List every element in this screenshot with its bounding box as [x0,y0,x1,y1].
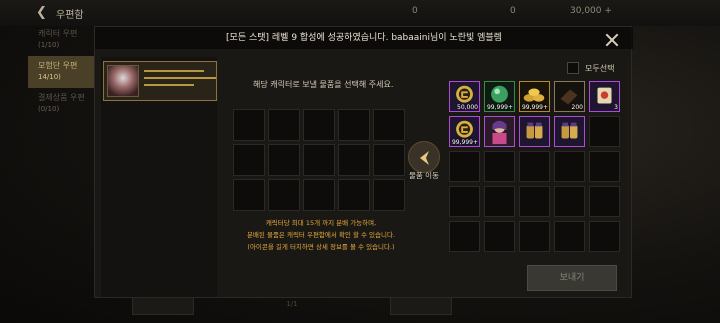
mail-tabs: 캐릭터 우편 (1/10) 모험단 우편 14/10) 결제상품 우편 (0/1… [28,24,98,120]
character-card-icon [485,117,514,146]
empty-slot[interactable] [338,144,370,176]
empty-slot[interactable] [554,221,585,252]
empty-slot[interactable] [233,109,265,141]
potion-icon [555,117,584,146]
tab-count: (1/10) [38,41,60,49]
character-card-item[interactable] [484,116,515,147]
empty-slot[interactable] [338,109,370,141]
character-card[interactable] [103,61,217,101]
notification-text: [모든 스탯] 레벨 9 합성에 성공하였습니다. [226,33,389,43]
item-quantity: 99,999+ [521,104,548,111]
empty-slot[interactable] [554,186,585,217]
tab-character-mail[interactable]: 캐릭터 우편 (1/10) [28,24,98,56]
empty-slot[interactable] [484,221,515,252]
note-line: 분배된 물품은 캐릭터 우편함에서 확인 할 수 있습니다. [246,231,396,239]
gold-pile-item[interactable]: 99,999+ [519,81,550,112]
gold-coin-item[interactable]: 50,000 [449,81,480,112]
gold-coin-item[interactable]: 99,999+ [449,116,480,147]
empty-slot[interactable] [303,179,335,211]
item-quantity: 200 [571,104,583,111]
item-distribution-modal: [모든 스탯] 레벨 9 합성에 성공하였습니다. babaaini님이 노란빛… [94,26,633,298]
character-list [101,57,217,297]
empty-slot[interactable] [449,221,480,252]
arrow-left-icon [420,151,429,165]
character-info [144,70,216,91]
empty-slot[interactable] [484,186,515,217]
item-quantity: 99,999+ [486,104,513,111]
empty-slot[interactable] [268,179,300,211]
move-items-button[interactable] [408,141,440,173]
background-button [390,295,452,315]
note-line: 캐릭터당 최대 15개 까지 분배 가능하며, [265,219,377,227]
empty-slot[interactable] [233,144,265,176]
select-all-label: 모두선택 [585,64,615,73]
tab-label: 모험단 우편 [38,61,78,70]
note-line: (아이콘을 길게 터치하면 상세 정보를 볼 수 있습니다.) [247,243,395,251]
empty-slot[interactable] [373,179,405,211]
distribution-notes: 캐릭터당 최대 15개 까지 분배 가능하며, 분배된 물품은 캐릭터 우편함에… [233,217,409,253]
empty-slot[interactable] [589,116,620,147]
empty-slot[interactable] [519,151,550,182]
tab-label: 캐릭터 우편 [38,29,78,38]
empty-slot[interactable] [519,221,550,252]
resource-count: 30,000 + [570,6,612,16]
move-items-label: 물품 이동 [409,171,439,180]
inventory-grid: 50,000 99,999+ 99,999+ 200 3 99,999+ [449,81,620,252]
notification-text: babaaini님이 노란빛 엠블렘 [391,33,502,43]
back-arrow-icon[interactable]: ❮ [36,5,50,20]
empty-slot[interactable] [268,109,300,141]
empty-slot[interactable] [373,144,405,176]
empty-slot[interactable] [589,151,620,182]
empty-slot[interactable] [233,179,265,211]
instruction-text: 해당 캐릭터로 보낼 물품을 선택해 주세요. [253,80,394,89]
empty-slot[interactable] [484,151,515,182]
empty-slot[interactable] [303,144,335,176]
empty-slot[interactable] [519,186,550,217]
tab-purchase-mail[interactable]: 결제상품 우편 (0/10) [28,88,98,120]
notification-banner: [모든 스탯] 레벨 9 합성에 성공하였습니다. babaaini님이 노란빛… [95,27,633,49]
item-quantity: 50,000 [457,104,478,111]
page-title: 우편함 [56,10,84,21]
empty-slot[interactable] [554,151,585,182]
resource-count: 0 [412,6,418,16]
empty-slot[interactable] [589,221,620,252]
close-button[interactable] [605,33,619,47]
item-quantity: 3 [614,104,618,111]
item-quantity: 99,999+ [451,139,478,146]
potion-item[interactable] [554,116,585,147]
background-button [132,295,194,315]
empty-slot[interactable] [268,144,300,176]
potion-item[interactable] [519,116,550,147]
empty-slot[interactable] [373,109,405,141]
tab-adventure-mail[interactable]: 모험단 우편 14/10) [28,56,98,88]
tab-label: 결제상품 우편 [38,93,85,102]
character-portrait [107,65,139,97]
top-bar: ❮ 우편함 0 0 30,000 + [0,0,720,26]
empty-slot[interactable] [449,186,480,217]
send-button[interactable]: 보내기 [527,265,617,291]
scroll-item[interactable]: 3 [589,81,620,112]
resource-count: 0 [510,6,516,16]
send-item-grid [233,109,405,211]
empty-slot[interactable] [589,186,620,217]
tab-count: 14/10) [38,73,61,81]
page-indicator: 1/1 [286,300,298,308]
empty-slot[interactable] [338,179,370,211]
empty-slot[interactable] [303,109,335,141]
empty-slot[interactable] [449,151,480,182]
dark-box-item[interactable]: 200 [554,81,585,112]
select-all-checkbox[interactable] [567,62,579,74]
tab-count: (0/10) [38,105,60,113]
potion-icon [520,117,549,146]
green-orb-item[interactable]: 99,999+ [484,81,515,112]
